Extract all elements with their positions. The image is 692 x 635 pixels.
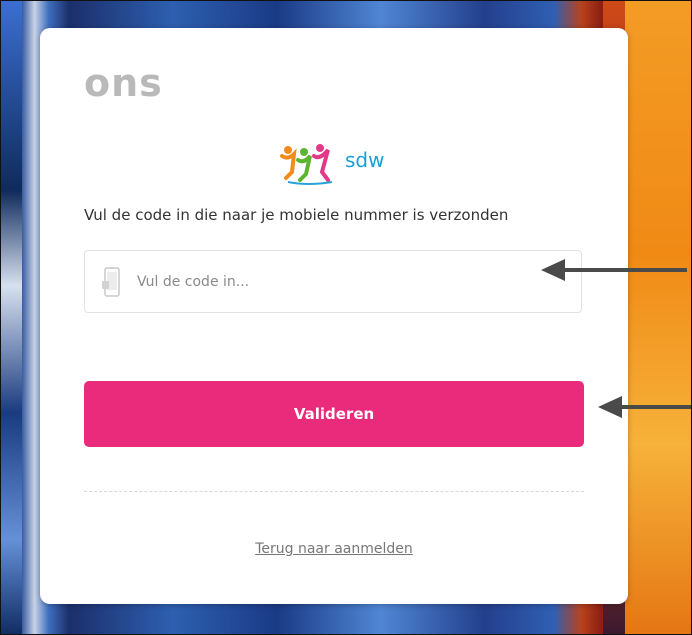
mobile-phone-icon xyxy=(102,267,120,297)
divider xyxy=(84,491,584,492)
back-to-login-link[interactable]: Terug naar aanmelden xyxy=(0,541,668,557)
validate-button[interactable]: Valideren xyxy=(84,381,584,447)
left-arrow-icon xyxy=(598,396,692,418)
login-card xyxy=(40,28,628,604)
code-input[interactable] xyxy=(137,251,567,312)
instruction-text: Vul de code in die naar je mobiele numme… xyxy=(84,206,509,224)
background-stroke-orange xyxy=(625,0,692,635)
left-arrow-icon xyxy=(541,259,687,281)
ons-logo: ons xyxy=(84,61,163,105)
sdw-logo-text: sdw xyxy=(345,148,385,172)
code-field[interactable] xyxy=(84,250,582,313)
background-stroke-left xyxy=(0,0,22,635)
